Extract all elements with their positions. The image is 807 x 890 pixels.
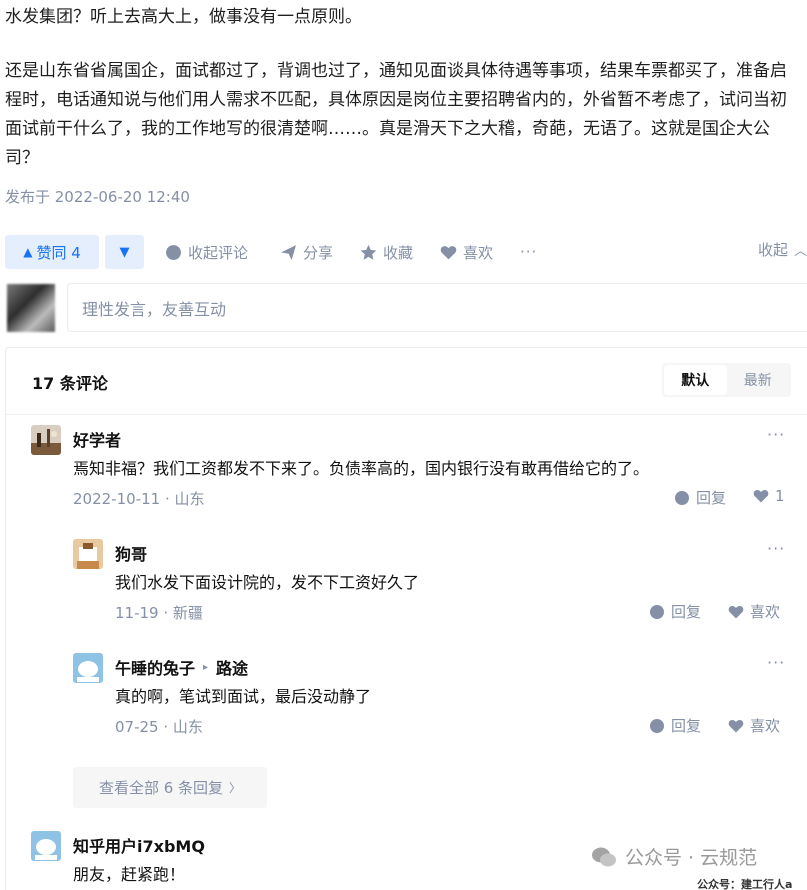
upvote-label: 赞同 4 (36, 243, 81, 262)
comment-more-button[interactable]: ··· (767, 539, 785, 558)
share-button[interactable]: 分享 (280, 235, 333, 269)
downvote-triangle-icon: ▼ (119, 244, 130, 260)
comment-author[interactable]: 知乎用户i7xbMQ (73, 833, 205, 857)
heart-icon (753, 490, 769, 503)
comment-like-button[interactable]: 喜欢 (728, 715, 780, 736)
heart-icon (728, 719, 744, 732)
user-avatar[interactable] (31, 425, 61, 455)
watermark-text: 公众号 · 云规范 (625, 847, 758, 869)
comment-like-button[interactable]: 1 (753, 487, 785, 505)
sort-toggle: 默认 最新 (662, 363, 791, 397)
reply-bubble-icon (650, 604, 664, 619)
collapse-answer-button[interactable]: 收起 ︿ (758, 235, 807, 263)
sort-default-tab[interactable]: 默认 (664, 365, 727, 395)
reply-item: 午睡的兔子 ▸ 路途 ··· 真的啊，笔试到面试，最后没动静了 07-25 · … (73, 653, 791, 743)
favorite-button[interactable]: 收藏 (360, 235, 413, 269)
comment-author[interactable]: 狗哥 (115, 541, 147, 565)
reply-button[interactable]: 回复 (649, 601, 701, 622)
comment-author[interactable]: 午睡的兔子 ▸ 路途 (115, 655, 248, 679)
user-avatar[interactable] (73, 539, 103, 569)
like-button[interactable]: 喜欢 (440, 235, 493, 269)
comment-more-button[interactable]: ··· (767, 425, 785, 444)
chevron-up-icon: ︿ (793, 243, 807, 259)
collapse-label: 收起 (757, 240, 788, 259)
comment-text: 焉知非福？我们工资都发不下来了。负债率高的，国内银行没有敢再借给它的了。 (73, 459, 650, 478)
reply-to-user[interactable]: 路途 (216, 655, 248, 679)
chevron-right-icon: 〉 (229, 781, 242, 795)
comment-meta: 07-25 · 山东 (115, 718, 203, 736)
heart-icon (440, 245, 457, 259)
share-icon (281, 244, 296, 260)
reply-bubble-icon (675, 490, 689, 505)
more-actions-button[interactable]: ··· (520, 235, 537, 269)
sort-latest-tab[interactable]: 最新 (727, 365, 790, 395)
reply-button[interactable]: 回复 (674, 487, 726, 508)
user-avatar[interactable] (31, 831, 61, 861)
comment-meta: 2022-10-11 · 山东 (73, 490, 205, 508)
upvote-button[interactable]: ▲ 赞同 4 (5, 235, 99, 269)
reply-to-arrow-icon: ▸ (203, 661, 209, 673)
view-all-replies-button[interactable]: 查看全部 6 条回复 〉 (73, 767, 267, 808)
comment-author[interactable]: 好学者 (73, 427, 121, 451)
paragraph-1: 水发集团？听上去高大上，做事没有一点原则。 (5, 7, 362, 27)
collapse-comments-label: 收起评论 (188, 243, 249, 262)
favorite-label: 收藏 (383, 243, 414, 262)
comment-text: 我们水发下面设计院的，发不下工资好久了 (115, 573, 420, 592)
collapse-comments-button[interactable]: 收起评论 (165, 235, 248, 269)
comment-bubble-icon (166, 244, 181, 260)
comment-item: 好学者 ··· 焉知非福？我们工资都发不下来了。负债率高的，国内银行没有敢再借给… (31, 425, 791, 515)
comment-text: 真的啊，笔试到面试，最后没动静了 (115, 687, 372, 706)
comment-more-button[interactable]: ··· (767, 653, 785, 672)
like-label: 喜欢 (463, 243, 494, 262)
comment-count: 17 条评论 (32, 374, 108, 393)
comment-input[interactable]: 理性发言，友善互动 (67, 283, 807, 332)
share-label: 分享 (303, 243, 334, 262)
reply-item: 狗哥 ··· 我们水发下面设计院的，发不下工资好久了 11-19 · 新疆 回复… (73, 539, 791, 629)
comment-meta: 11-19 · 新疆 (115, 604, 203, 622)
paragraph-2: 还是山东省省属国企，面试都过了，背调也过了，通知见面谈具体待遇等事项，结果车票都… (5, 61, 787, 168)
current-user-avatar (7, 284, 55, 332)
reply-button[interactable]: 回复 (649, 715, 701, 736)
publish-time: 发布于 2022-06-20 12:40 (5, 188, 190, 206)
watermark: 公众号 · 云规范 (591, 843, 757, 870)
upvote-triangle-icon: ▲ (23, 245, 33, 259)
heart-icon (728, 605, 744, 618)
star-icon (360, 244, 377, 260)
reply-bubble-icon (650, 718, 664, 733)
action-bar: ▲ 赞同 4 ▼ 收起评论 分享 收藏 喜欢 ··· 收起 ︿ (5, 235, 807, 269)
comment-text: 朋友，赶紧跑！ (73, 865, 186, 884)
comments-header: 17 条评论 默认 最新 (6, 348, 807, 415)
wechat-icon (592, 847, 616, 866)
downvote-button[interactable]: ▼ (105, 235, 144, 269)
comment-like-button[interactable]: 喜欢 (728, 601, 780, 622)
user-avatar[interactable] (73, 653, 103, 683)
watermark-credit: 公众号：建工行人a (697, 878, 793, 890)
